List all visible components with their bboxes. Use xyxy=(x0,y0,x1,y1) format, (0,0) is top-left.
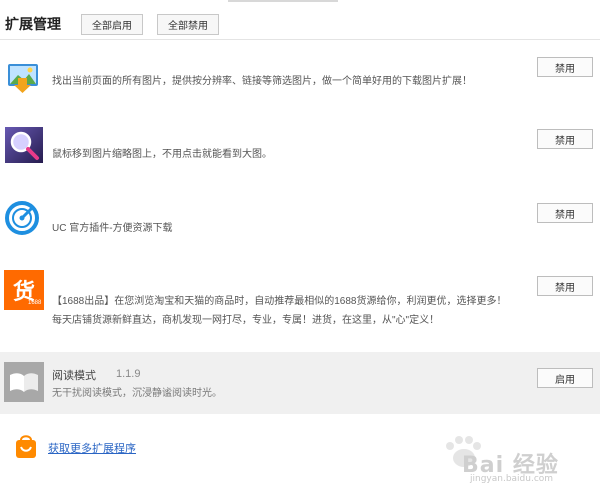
get-more-extensions-link[interactable]: 获取更多扩展程序 xyxy=(48,440,136,456)
shopping-bag-icon xyxy=(14,433,38,459)
disable-button[interactable]: 禁用 xyxy=(537,129,593,149)
uc-icon xyxy=(4,198,44,238)
extension-description: UC 官方插件-方便资源下载 xyxy=(52,223,173,234)
extension-version: 1.1.9 xyxy=(116,368,141,380)
watermark-url: jingyan.baidu.com xyxy=(470,474,554,484)
extension-name: 阅读模式 xyxy=(52,370,96,382)
book-icon xyxy=(4,362,44,402)
image-download-icon xyxy=(4,56,44,96)
disable-button[interactable]: 禁用 xyxy=(537,276,593,296)
extension-description: 找出当前页面的所有图片，提供按分辨率、链接等筛选图片，做一个简单好用的下载图片扩… xyxy=(52,76,472,87)
disable-button[interactable]: 禁用 xyxy=(537,57,593,77)
disable-button[interactable]: 禁用 xyxy=(537,203,593,223)
page-title: 扩展管理 xyxy=(5,16,61,32)
extension-description: 无干扰阅读模式，沉浸静谧阅读时光。 xyxy=(52,388,222,399)
extension-row: 货 1688 【1688出品】在您浏览淘宝和天猫的商品时，自动推荐最相似的168… xyxy=(0,268,600,338)
extension-description: 【1688出品】在您浏览淘宝和天猫的商品时，自动推荐最相似的1688货源给你，利… xyxy=(52,296,507,307)
page-header: 扩展管理 全部启用 全部禁用 xyxy=(0,0,600,40)
extension-row-disabled: 阅读模式 1.1.9 无干扰阅读模式，沉浸静谧阅读时光。 启用 xyxy=(0,352,600,414)
extension-row: UC 官方插件-方便资源下载 禁用 xyxy=(0,196,600,246)
enable-button[interactable]: 启用 xyxy=(537,368,593,388)
get-more-extensions: 获取更多扩展程序 xyxy=(12,433,212,461)
enable-all-button[interactable]: 全部启用 xyxy=(81,14,143,35)
extension-description: 鼠标移到图片缩略图上，不用点击就能看到大图。 xyxy=(52,149,272,160)
extension-row: 鼠标移到图片缩略图上，不用点击就能看到大图。 禁用 xyxy=(0,123,600,173)
disable-all-button[interactable]: 全部禁用 xyxy=(157,14,219,35)
huo-shopping-icon: 货 1688 xyxy=(4,270,44,310)
extension-description-line2: 每天店铺货源新鲜直达，商机发现一网打尽，专业，专属！进货，在这里，从"心"定义！ xyxy=(52,315,440,326)
magnifier-icon xyxy=(4,126,44,166)
extension-row: 找出当前页面的所有图片，提供按分辨率、链接等筛选图片，做一个简单好用的下载图片扩… xyxy=(0,52,600,112)
